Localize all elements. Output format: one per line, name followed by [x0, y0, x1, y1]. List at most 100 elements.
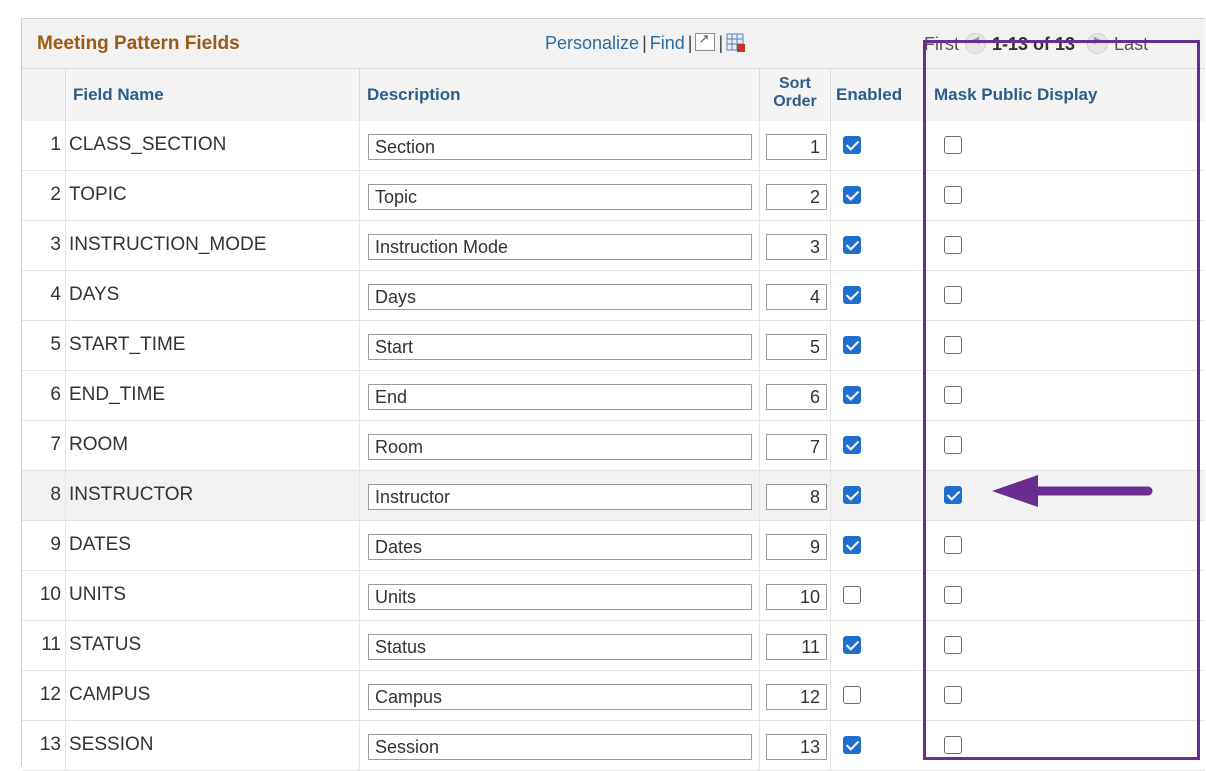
mask-public-display-checkbox[interactable] — [944, 286, 962, 304]
header-description[interactable]: Description — [367, 85, 461, 105]
grid-toolbar: Meeting Pattern Fields Personalize | Find |… — [22, 19, 1205, 69]
sort-order-input[interactable] — [766, 284, 827, 310]
mask-public-display-checkbox[interactable] — [944, 136, 962, 154]
column-divider — [759, 321, 760, 370]
mask-public-display-checkbox[interactable] — [944, 536, 962, 554]
description-input[interactable] — [368, 134, 752, 160]
sort-order-input[interactable] — [766, 434, 827, 460]
arrow-left-icon — [992, 475, 1153, 507]
column-divider — [65, 321, 66, 370]
column-divider — [65, 671, 66, 720]
mask-public-display-checkbox[interactable] — [944, 186, 962, 204]
sort-order-input[interactable] — [766, 734, 827, 760]
enabled-checkbox[interactable] — [843, 586, 861, 604]
row-number: 9 — [50, 534, 61, 555]
enabled-checkbox[interactable] — [843, 386, 861, 404]
description-input[interactable] — [368, 384, 752, 410]
zoom-icon[interactable] — [695, 31, 716, 51]
mask-public-display-checkbox[interactable] — [944, 336, 962, 354]
enabled-checkbox[interactable] — [843, 536, 861, 554]
column-divider — [830, 471, 831, 520]
sort-order-input[interactable] — [766, 134, 827, 160]
column-divider — [359, 271, 360, 320]
personalize-link[interactable]: Personalize — [545, 33, 639, 53]
enabled-checkbox[interactable] — [843, 136, 861, 154]
header-enabled[interactable]: Enabled — [836, 85, 902, 105]
field-name: CAMPUS — [69, 684, 151, 705]
field-name: SESSION — [69, 734, 154, 755]
enabled-checkbox[interactable] — [843, 186, 861, 204]
separator: | — [687, 33, 693, 53]
sort-order-input[interactable] — [766, 584, 827, 610]
enabled-checkbox[interactable] — [843, 236, 861, 254]
column-divider — [65, 171, 66, 220]
field-name: END_TIME — [69, 384, 166, 405]
enabled-checkbox[interactable] — [843, 336, 861, 354]
download-excel-icon[interactable] — [726, 33, 746, 53]
description-input[interactable] — [368, 234, 752, 260]
header-sort-order[interactable]: Sort Order — [765, 75, 825, 111]
mask-public-display-checkbox[interactable] — [944, 686, 962, 704]
table-row: 7 ROOM — [22, 421, 1205, 471]
mask-public-display-checkbox[interactable] — [944, 636, 962, 654]
column-divider — [359, 171, 360, 220]
description-input[interactable] — [368, 334, 752, 360]
previous-icon[interactable]: ◀ — [965, 33, 986, 54]
enabled-checkbox[interactable] — [843, 686, 861, 704]
enabled-checkbox[interactable] — [843, 286, 861, 304]
enabled-checkbox[interactable] — [843, 486, 861, 504]
row-number: 13 — [39, 734, 61, 755]
mask-public-display-checkbox[interactable] — [944, 436, 962, 454]
table-row: 9 DATES — [22, 521, 1205, 571]
sort-order-input[interactable] — [766, 684, 827, 710]
description-input[interactable] — [368, 434, 752, 460]
mask-public-display-checkbox[interactable] — [944, 236, 962, 254]
description-input[interactable] — [368, 534, 752, 560]
next-icon[interactable]: ▶ — [1087, 33, 1109, 54]
description-input[interactable] — [368, 184, 752, 210]
enabled-checkbox[interactable] — [843, 436, 861, 454]
description-input[interactable] — [368, 684, 752, 710]
field-name: STATUS — [69, 634, 142, 655]
description-input[interactable] — [368, 584, 752, 610]
field-name: DATES — [69, 534, 131, 555]
description-input[interactable] — [368, 484, 752, 510]
table-row: 12 CAMPUS — [22, 671, 1205, 721]
sort-order-input[interactable] — [766, 184, 827, 210]
column-divider — [759, 271, 760, 320]
description-input[interactable] — [368, 284, 752, 310]
mask-public-display-checkbox[interactable] — [944, 386, 962, 404]
row-number: 12 — [39, 684, 61, 705]
column-divider — [759, 571, 760, 620]
header-mask-public-display[interactable]: Mask Public Display — [934, 85, 1097, 105]
table-row: 11 STATUS — [22, 621, 1205, 671]
mask-public-display-checkbox[interactable] — [944, 486, 962, 504]
column-divider — [359, 571, 360, 620]
column-divider — [65, 221, 66, 270]
sort-order-input[interactable] — [766, 384, 827, 410]
last-link[interactable]: Last — [1114, 34, 1148, 54]
column-divider — [359, 69, 360, 121]
sort-order-input[interactable] — [766, 534, 827, 560]
sort-order-input[interactable] — [766, 234, 827, 260]
row-range: 1-13 of 13 — [992, 34, 1076, 54]
header-field-name[interactable]: Field Name — [73, 85, 164, 105]
description-input[interactable] — [368, 634, 752, 660]
field-name: CLASS_SECTION — [69, 134, 227, 155]
mask-public-display-checkbox[interactable] — [944, 736, 962, 754]
mask-public-display-checkbox[interactable] — [944, 586, 962, 604]
column-divider — [65, 721, 66, 770]
row-number: 10 — [39, 584, 61, 605]
field-name: START_TIME — [69, 334, 186, 355]
table-row: 10 UNITS — [22, 571, 1205, 621]
sort-order-input[interactable] — [766, 634, 827, 660]
sort-order-input[interactable] — [766, 484, 827, 510]
first-link[interactable]: First — [924, 34, 959, 54]
sort-order-input[interactable] — [766, 334, 827, 360]
find-link[interactable]: Find — [650, 33, 685, 53]
description-input[interactable] — [368, 734, 752, 760]
enabled-checkbox[interactable] — [843, 736, 861, 754]
column-divider — [359, 621, 360, 670]
column-divider — [359, 721, 360, 770]
enabled-checkbox[interactable] — [843, 636, 861, 654]
